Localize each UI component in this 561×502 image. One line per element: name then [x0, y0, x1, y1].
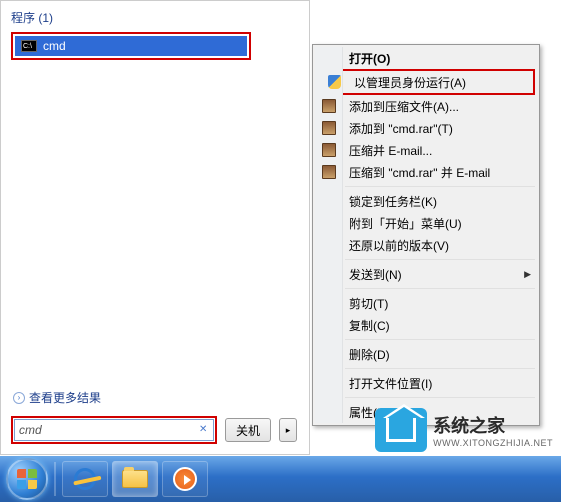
submenu-arrow-icon: ▶ [524, 269, 531, 280]
menu-compress-cmd-rar-email[interactable]: 压缩到 "cmd.rar" 并 E-mail [315, 161, 537, 183]
menu-pin-taskbar-label: 锁定到任务栏(K) [349, 193, 437, 210]
menu-separator [345, 397, 535, 398]
search-result-cmd[interactable]: C:\ cmd [15, 36, 247, 56]
start-button[interactable] [6, 458, 48, 500]
menu-send-to[interactable]: 发送到(N) ▶ [315, 263, 537, 285]
menu-copy[interactable]: 复制(C) [315, 314, 537, 336]
menu-copy-label: 复制(C) [349, 317, 390, 334]
shutdown-options-button[interactable]: ▸ [279, 418, 297, 442]
menu-pin-start-label: 附到「开始」菜单(U) [349, 215, 462, 232]
admin-highlight-box: 以管理员身份运行(A) [317, 69, 535, 95]
see-more-results[interactable]: › 查看更多结果 [13, 389, 101, 406]
start-menu-panel: 程序 (1) C:\ cmd › 查看更多结果 ✕ 关机 ▸ [0, 0, 310, 455]
menu-separator [345, 339, 535, 340]
menu-add-to-cmd-rar[interactable]: 添加到 "cmd.rar"(T) [315, 117, 537, 139]
menu-open-location-label: 打开文件位置(I) [349, 375, 432, 392]
taskbar-ie[interactable] [62, 461, 108, 497]
house-icon [386, 418, 416, 442]
ie-icon [72, 466, 98, 492]
media-player-icon [173, 467, 197, 491]
menu-compress-email-label: 压缩并 E-mail... [349, 142, 432, 159]
menu-cut-label: 剪切(T) [349, 295, 388, 312]
menu-compress-email[interactable]: 压缩并 E-mail... [315, 139, 537, 161]
menu-delete[interactable]: 删除(D) [315, 343, 537, 365]
menu-run-as-admin[interactable]: 以管理员身份运行(A) [320, 72, 532, 92]
shutdown-button[interactable]: 关机 [225, 418, 271, 442]
shield-icon [326, 74, 342, 90]
rar-icon [321, 98, 337, 114]
menu-separator [345, 259, 535, 260]
cmd-icon: C:\ [21, 40, 37, 52]
menu-add-to-archive[interactable]: 添加到压缩文件(A)... [315, 95, 537, 117]
menu-restore-previous-label: 还原以前的版本(V) [349, 237, 449, 254]
rar-icon [321, 120, 337, 136]
menu-open-label: 打开(O) [349, 50, 390, 67]
brand-text: 系统之家 WWW.XITONGZHIJIA.NET [433, 412, 553, 448]
branding-watermark: 系统之家 WWW.XITONGZHIJIA.NET [375, 408, 553, 452]
menu-compress-cmd-rar-email-label: 压缩到 "cmd.rar" 并 E-mail [349, 164, 490, 181]
taskbar [0, 456, 561, 502]
menu-send-to-label: 发送到(N) [349, 266, 402, 283]
menu-pin-taskbar[interactable]: 锁定到任务栏(K) [315, 190, 537, 212]
menu-cut[interactable]: 剪切(T) [315, 292, 537, 314]
menu-separator [345, 288, 535, 289]
menu-open[interactable]: 打开(O) [315, 47, 537, 69]
menu-separator [345, 368, 535, 369]
search-row: ✕ 关机 ▸ [11, 416, 297, 444]
search-input[interactable] [14, 419, 214, 441]
menu-open-location[interactable]: 打开文件位置(I) [315, 372, 537, 394]
brand-title: 系统之家 [433, 412, 553, 438]
search-highlight-box [11, 416, 217, 444]
menu-separator [345, 186, 535, 187]
rar-icon [321, 142, 337, 158]
see-more-label: 查看更多结果 [29, 389, 101, 406]
folder-icon [122, 470, 148, 488]
taskbar-media-player[interactable] [162, 461, 208, 497]
context-menu: 打开(O) 以管理员身份运行(A) 添加到压缩文件(A)... 添加到 "cmd… [312, 44, 540, 426]
taskbar-explorer[interactable] [112, 461, 158, 497]
rar-icon [321, 164, 337, 180]
brand-badge [375, 408, 427, 452]
search-result-label: cmd [43, 39, 66, 53]
menu-add-to-archive-label: 添加到压缩文件(A)... [349, 98, 459, 115]
menu-add-to-cmd-rar-label: 添加到 "cmd.rar"(T) [349, 120, 453, 137]
menu-delete-label: 删除(D) [349, 346, 390, 363]
menu-restore-previous[interactable]: 还原以前的版本(V) [315, 234, 537, 256]
result-highlight-box: C:\ cmd [11, 32, 251, 60]
clear-search-icon[interactable]: ✕ [199, 424, 207, 435]
see-more-icon: › [13, 392, 25, 404]
brand-url: WWW.XITONGZHIJIA.NET [433, 438, 553, 448]
programs-header: 程序 (1) [11, 9, 299, 26]
taskbar-separator [54, 462, 56, 496]
menu-run-as-admin-label: 以管理员身份运行(A) [354, 74, 466, 91]
menu-pin-start[interactable]: 附到「开始」菜单(U) [315, 212, 537, 234]
